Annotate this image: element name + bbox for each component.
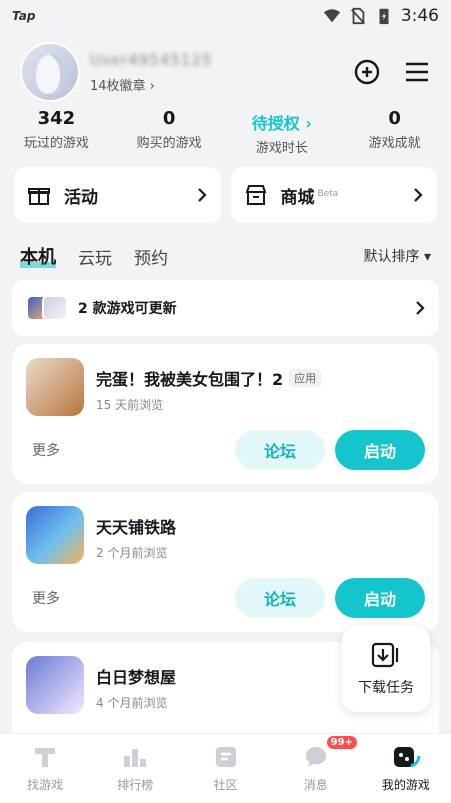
game-title: 完蛋！我被美女包围了！2 <box>96 370 284 389</box>
nav-community[interactable]: 社区 <box>180 734 270 803</box>
tab-cloud-play[interactable]: 云玩 <box>78 244 112 269</box>
tab-reservations[interactable]: 预约 <box>134 244 168 269</box>
my-games-icon <box>393 747 421 768</box>
forum-button[interactable]: 论坛 <box>235 578 325 618</box>
app-badge: 应用 <box>289 369 322 387</box>
launch-button[interactable]: 启动 <box>335 578 425 618</box>
activity-card[interactable]: 活动 <box>14 167 221 223</box>
ranking-icon <box>124 749 147 767</box>
updates-text: 2 款游戏可更新 <box>78 301 177 317</box>
stat-achievements[interactable]: 0 游戏成就 <box>338 108 451 156</box>
stats-row: 342 玩过的游戏 0 购买的游戏 待授权 › 游戏时长 0 游戏成就 <box>0 108 451 156</box>
app-tag: Tap <box>12 9 36 23</box>
download-icon <box>371 642 399 668</box>
beta-tag: Beta <box>317 188 339 199</box>
stat-value: 342 <box>37 108 76 129</box>
updates-available-bar[interactable]: 2 款游戏可更新 <box>12 280 439 336</box>
stat-label: 游戏时长 <box>255 141 308 156</box>
nav-label: 找游戏 <box>27 778 64 792</box>
store-icon <box>245 185 266 205</box>
unread-badge: 99+ <box>326 736 357 749</box>
game-card[interactable]: 完蛋！我被美女包围了！2 应用 15 天前浏览 更多 论坛 启动 <box>12 344 439 484</box>
chevron-right-icon <box>416 301 425 315</box>
stat-label: 玩过的游戏 <box>23 136 89 151</box>
menu-button[interactable] <box>403 58 431 86</box>
nav-find-games[interactable]: 找游戏 <box>0 734 90 803</box>
stat-value: 待授权 › <box>251 114 312 133</box>
nav-label: 消息 <box>303 778 328 792</box>
quick-links: 活动 商城 Beta <box>14 167 437 223</box>
nav-messages[interactable]: 99+ 消息 <box>271 734 361 803</box>
nav-my-games[interactable]: 我的游戏 <box>361 734 451 803</box>
stat-label: 游戏成就 <box>368 136 421 151</box>
find-game-icon <box>35 748 56 767</box>
last-viewed: 15 天前浏览 <box>96 398 164 412</box>
activity-label: 活动 <box>64 187 98 208</box>
chevron-right-icon <box>414 188 423 202</box>
badge-count-link[interactable]: 14枚徽章 › <box>90 75 213 94</box>
game-title: 白日梦想屋 <box>96 668 177 687</box>
forum-button[interactable]: 论坛 <box>235 430 325 470</box>
stat-value: 0 <box>162 108 176 129</box>
game-title: 天天铺铁路 <box>96 518 177 537</box>
add-button[interactable] <box>353 58 381 86</box>
more-button[interactable]: 更多 <box>32 588 60 608</box>
nav-ranking[interactable]: 排行榜 <box>90 734 180 803</box>
nav-label: 社区 <box>213 778 238 792</box>
sort-dropdown[interactable]: 默认排序 ▾ <box>364 246 431 266</box>
launch-button[interactable]: 启动 <box>335 430 425 470</box>
hamburger-icon <box>406 62 428 82</box>
clock: 3:46 <box>400 6 439 26</box>
avatar[interactable] <box>20 42 80 102</box>
username[interactable]: User49545125 <box>90 51 213 69</box>
battery-icon <box>379 8 389 25</box>
store-label: 商城 Beta <box>281 183 339 208</box>
no-sim-icon <box>350 7 365 25</box>
nav-label: 我的游戏 <box>381 778 430 792</box>
community-icon <box>215 747 236 767</box>
stat-play-time[interactable]: 待授权 › 游戏时长 <box>226 108 339 156</box>
last-viewed: 4 个月前浏览 <box>96 696 168 710</box>
game-icon <box>26 656 84 714</box>
nav-label: 排行榜 <box>117 778 154 792</box>
stat-label: 购买的游戏 <box>136 136 202 151</box>
game-thumb-icon <box>42 295 68 321</box>
plus-circle-icon <box>354 59 380 85</box>
library-tabs: 本机 云玩 预约 默认排序 ▾ <box>20 242 431 270</box>
status-bar: Tap 3:46 <box>0 0 451 32</box>
bottom-nav: 找游戏 排行榜 社区 99+ 消息 我的游戏 <box>0 733 451 803</box>
download-task-label: 下载任务 <box>358 680 414 696</box>
stat-purchased-games[interactable]: 0 购买的游戏 <box>113 108 226 156</box>
game-icon <box>26 506 84 564</box>
store-label-text: 商城 <box>280 187 315 208</box>
more-button[interactable]: 更多 <box>32 440 60 460</box>
profile-header: User49545125 14枚徽章 › <box>20 40 431 104</box>
stat-value: 0 <box>388 108 401 129</box>
stat-played-games[interactable]: 342 玩过的游戏 <box>0 108 113 156</box>
store-card[interactable]: 商城 Beta <box>230 167 437 223</box>
game-icon <box>26 358 84 416</box>
game-card[interactable]: 天天铺铁路 2 个月前浏览 更多 论坛 启动 <box>12 492 439 632</box>
chevron-right-icon <box>197 188 207 202</box>
tab-local[interactable]: 本机 <box>20 243 56 269</box>
wifi-icon <box>323 9 340 23</box>
gift-icon <box>28 188 50 205</box>
download-task-button[interactable]: 下载任务 <box>342 626 430 712</box>
last-viewed: 2 个月前浏览 <box>96 546 168 560</box>
message-icon <box>305 747 326 767</box>
